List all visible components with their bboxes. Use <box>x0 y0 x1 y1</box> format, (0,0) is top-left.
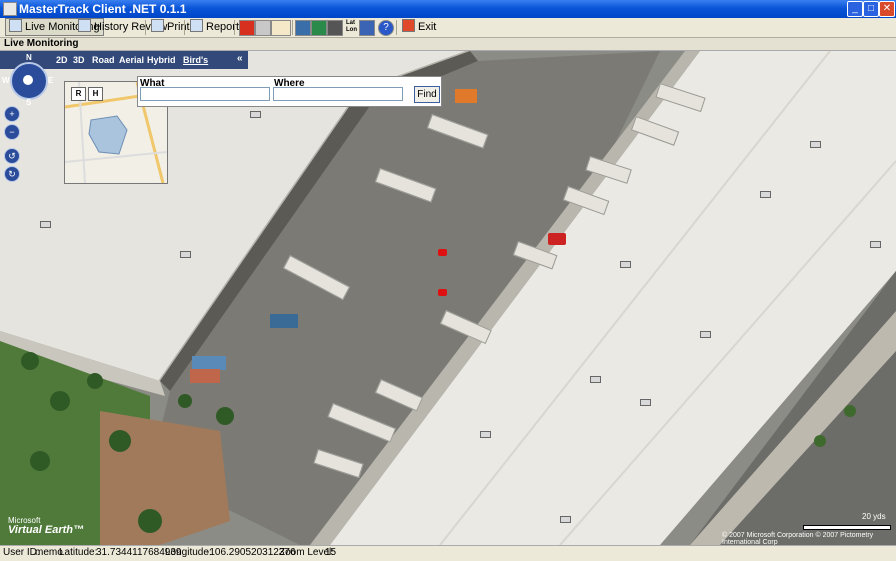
compass-west[interactable]: W <box>2 76 10 85</box>
document-icon[interactable] <box>255 20 271 36</box>
window-icon[interactable] <box>359 20 375 36</box>
rotate-right-button[interactable]: ↻ <box>4 166 20 182</box>
zoom-in-button[interactable]: + <box>4 106 20 122</box>
route-icon[interactable] <box>295 20 311 36</box>
map-scale-bar <box>803 525 891 530</box>
rotate-left-button[interactable]: ↺ <box>4 148 20 164</box>
compass-east[interactable]: E <box>48 76 53 85</box>
roof-vent <box>870 241 881 248</box>
minimap-road-button[interactable]: R <box>71 87 86 101</box>
toolbar: Live Monitoring History Review Print Rep… <box>0 18 896 38</box>
longitude-label: Longitude: <box>165 547 212 558</box>
panel-title: Live Monitoring <box>4 38 79 49</box>
zoom-level-value: 15 <box>325 547 337 558</box>
latlon-button[interactable]: Lat Lon <box>343 20 360 36</box>
minimize-button[interactable]: _ <box>847 1 863 17</box>
roof-vent <box>640 399 651 406</box>
compass-south[interactable]: S <box>26 98 31 107</box>
help-icon[interactable]: ? <box>378 20 394 36</box>
print-button[interactable]: Print <box>148 19 193 35</box>
window-title: MasterTrack Client .NET 0.1.1 <box>19 2 187 16</box>
view-hybrid-button[interactable]: Hybrid <box>147 55 176 65</box>
panel-header: Live Monitoring <box>0 38 896 51</box>
compass-north[interactable]: N <box>26 53 32 62</box>
search-panel: What Where Find <box>137 76 442 107</box>
roof-vent <box>40 221 51 228</box>
roof-vent <box>810 141 821 148</box>
view-aerial-button[interactable]: Aerial <box>119 55 144 65</box>
binoculars-icon[interactable] <box>327 20 343 36</box>
roof-vent <box>480 431 491 438</box>
report-icon <box>190 19 203 32</box>
title-bar: MasterTrack Client .NET 0.1.1 _ □ ✕ <box>0 0 896 18</box>
view-2d-button[interactable]: 2D <box>56 55 68 65</box>
maximize-button[interactable]: □ <box>863 1 879 17</box>
roof-vent <box>180 251 191 258</box>
roof-vent <box>590 376 601 383</box>
book-dropdown-icon[interactable] <box>271 20 291 36</box>
app-icon <box>3 2 17 16</box>
flag-icon[interactable] <box>239 20 255 36</box>
minimap-hybrid-button[interactable]: H <box>88 87 103 101</box>
what-input[interactable] <box>140 87 270 101</box>
status-bar: User ID: memo Latitude: 31.7344117684939… <box>0 545 896 561</box>
find-button[interactable]: Find <box>414 86 440 103</box>
collapse-button[interactable]: « <box>237 53 243 64</box>
map-copyright: © 2007 Microsoft Corporation © 2007 Pict… <box>722 532 874 545</box>
exit-button[interactable]: Exit <box>399 19 439 35</box>
roof-vent <box>560 516 571 523</box>
compass-rose[interactable]: N S E W <box>2 53 53 107</box>
view-birds-eye-button[interactable]: Bird's <box>183 55 208 65</box>
roof-vent <box>250 111 261 118</box>
compass-center-icon <box>23 75 33 85</box>
map-grid-icon[interactable] <box>311 20 327 36</box>
view-road-button[interactable]: Road <box>92 55 115 65</box>
brand-virtual-earth: Virtual Earth™ <box>8 524 84 536</box>
roof-vent <box>620 261 631 268</box>
roof-vent <box>700 331 711 338</box>
view-3d-button[interactable]: 3D <box>73 55 85 65</box>
zoom-out-button[interactable]: − <box>4 124 20 140</box>
exit-icon <box>402 19 415 32</box>
monitor-icon <box>9 19 22 32</box>
close-button[interactable]: ✕ <box>879 1 895 17</box>
map-scale-label: 20 yds <box>862 512 886 521</box>
latitude-label: Latitude: <box>59 547 98 558</box>
where-input[interactable] <box>273 87 403 101</box>
history-icon <box>78 19 91 32</box>
printer-icon <box>151 19 164 32</box>
roof-vent <box>760 191 771 198</box>
